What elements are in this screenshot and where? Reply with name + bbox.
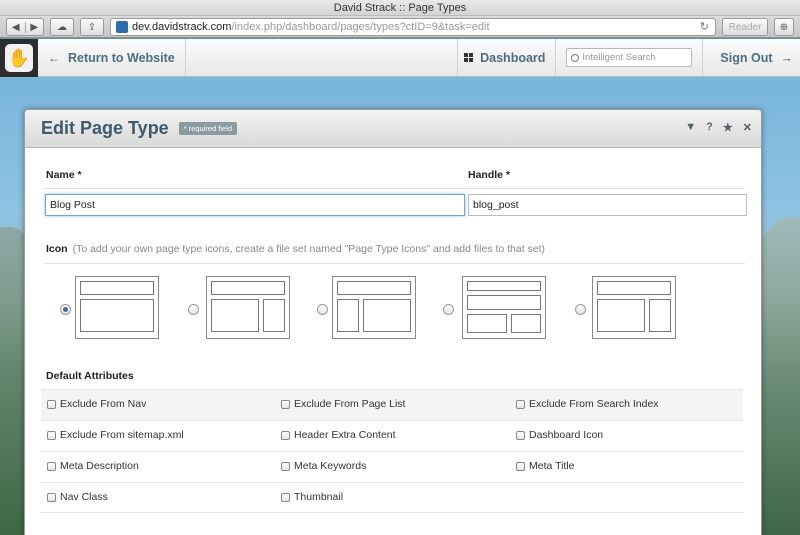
attr-meta-title[interactable]: Meta Title [516, 460, 575, 472]
attr-exclude-from-sitemap[interactable]: Exclude From sitemap.xml [47, 429, 184, 441]
icon-hint: (To add your own page type icons, create… [72, 243, 546, 255]
layout-thumbnail-5[interactable] [592, 276, 676, 339]
dashboard-link[interactable]: Dashboard [457, 39, 557, 76]
attribute-row-4: Nav Class Thumbnail [41, 482, 743, 513]
browser-toolbar: ◀ ▶ ☁ ⇪ dev.davidstrack.com /index.php/d… [0, 16, 800, 38]
dialog-header: Edit Page Type * required field ▼ ? ★ ✕ [25, 110, 761, 148]
cloud-icon[interactable]: ☁ [50, 18, 74, 36]
icon-label: Icon [46, 243, 68, 255]
checkbox-icon[interactable] [281, 430, 290, 440]
checkbox-icon[interactable] [281, 492, 290, 502]
handle-label: Handle * [468, 169, 511, 181]
star-icon[interactable]: ★ [723, 121, 733, 134]
attribute-row-3: Meta Description Meta Keywords Meta Titl… [41, 451, 743, 482]
back-forward-buttons[interactable]: ◀ ▶ [6, 18, 44, 36]
dialog-title: Edit Page Type [41, 118, 169, 138]
icon-radio-5[interactable] [575, 304, 586, 315]
checkbox-icon[interactable] [47, 399, 56, 409]
dashboard-label: Dashboard [480, 50, 546, 65]
checkbox-icon[interactable] [516, 399, 525, 409]
attr-meta-description[interactable]: Meta Description [47, 460, 139, 472]
icon-radio-2[interactable] [188, 304, 199, 315]
icon-radio-3[interactable] [317, 304, 328, 315]
checkbox-icon[interactable] [281, 399, 290, 409]
handle-input[interactable]: blog_post [468, 194, 747, 216]
icon-label-row: Icon (To add your own page type icons, cr… [46, 243, 545, 255]
checkbox-icon[interactable] [516, 430, 525, 440]
signout-label: Sign Out [720, 50, 773, 65]
attr-nav-class[interactable]: Nav Class [47, 491, 108, 503]
left-arrow-icon: ← [48, 50, 60, 65]
attribute-row-1: Exclude From Nav Exclude From Page List … [41, 389, 743, 420]
cms-toolbar: ✋ ← Return to Website Dashboard Intellig… [0, 39, 800, 77]
layout-thumbnail-2[interactable] [206, 276, 290, 339]
layout-thumbnail-1[interactable] [75, 276, 159, 339]
favicon-icon [116, 21, 128, 33]
sign-out-link[interactable]: Sign Out → [703, 39, 800, 76]
required-field-badge: * required field [178, 122, 238, 135]
attr-meta-keywords[interactable]: Meta Keywords [281, 460, 366, 472]
icon-radio-1[interactable] [60, 304, 71, 315]
url-path: /index.php/dashboard/pages/types?ctID=9&… [231, 21, 490, 33]
return-label: Return to Website [68, 50, 175, 65]
reload-icon[interactable]: ↻ [700, 20, 709, 33]
attr-exclude-from-search-index[interactable]: Exclude From Search Index [516, 398, 659, 410]
edit-page-type-dialog: Edit Page Type * required field ▼ ? ★ ✕ … [24, 109, 762, 535]
checkbox-icon[interactable] [516, 461, 525, 471]
address-bar[interactable]: dev.davidstrack.com /index.php/dashboard… [110, 18, 716, 36]
attr-dashboard-icon[interactable]: Dashboard Icon [516, 429, 603, 441]
reader-button[interactable]: Reader [722, 18, 768, 36]
hand-logo-icon: ✋ [5, 44, 33, 72]
forward-arrow-icon[interactable]: ▶ [24, 21, 44, 33]
checkbox-icon[interactable] [47, 492, 56, 502]
intelligent-search-input[interactable]: Intelligent Search [566, 48, 693, 67]
attr-exclude-from-nav[interactable]: Exclude From Nav [47, 398, 146, 410]
layout-thumbnail-4[interactable] [462, 276, 546, 339]
search-placeholder: Intelligent Search [582, 52, 656, 63]
back-arrow-icon[interactable]: ◀ [7, 22, 25, 33]
checkbox-icon[interactable] [47, 430, 56, 440]
concrete5-logo[interactable]: ✋ [0, 39, 38, 77]
collapse-icon[interactable]: ▼ [685, 121, 696, 134]
checkbox-icon[interactable] [47, 461, 56, 471]
name-input[interactable]: Blog Post [45, 194, 465, 216]
downloads-icon[interactable]: ⊕ [774, 18, 794, 36]
help-icon[interactable]: ? [706, 121, 713, 134]
close-icon[interactable]: ✕ [743, 121, 752, 134]
attr-exclude-from-page-list[interactable]: Exclude From Page List [281, 398, 405, 410]
attr-header-extra-content[interactable]: Header Extra Content [281, 429, 396, 441]
checkbox-icon[interactable] [281, 461, 290, 471]
icon-radio-4[interactable] [443, 304, 454, 315]
attr-thumbnail[interactable]: Thumbnail [281, 491, 343, 503]
search-icon [571, 53, 580, 62]
dashboard-grid-icon [464, 53, 474, 62]
window-title: David Strack :: Page Types [0, 0, 800, 16]
share-icon[interactable]: ⇪ [80, 18, 104, 36]
attribute-row-2: Exclude From sitemap.xml Header Extra Co… [41, 420, 743, 451]
default-attributes-label: Default Attributes [46, 370, 134, 382]
layout-thumbnail-3[interactable] [332, 276, 416, 339]
right-arrow-icon: → [780, 50, 794, 65]
name-label: Name * [46, 169, 82, 181]
url-domain: dev.davidstrack.com [132, 21, 232, 33]
return-to-website-link[interactable]: ← Return to Website [38, 39, 186, 76]
